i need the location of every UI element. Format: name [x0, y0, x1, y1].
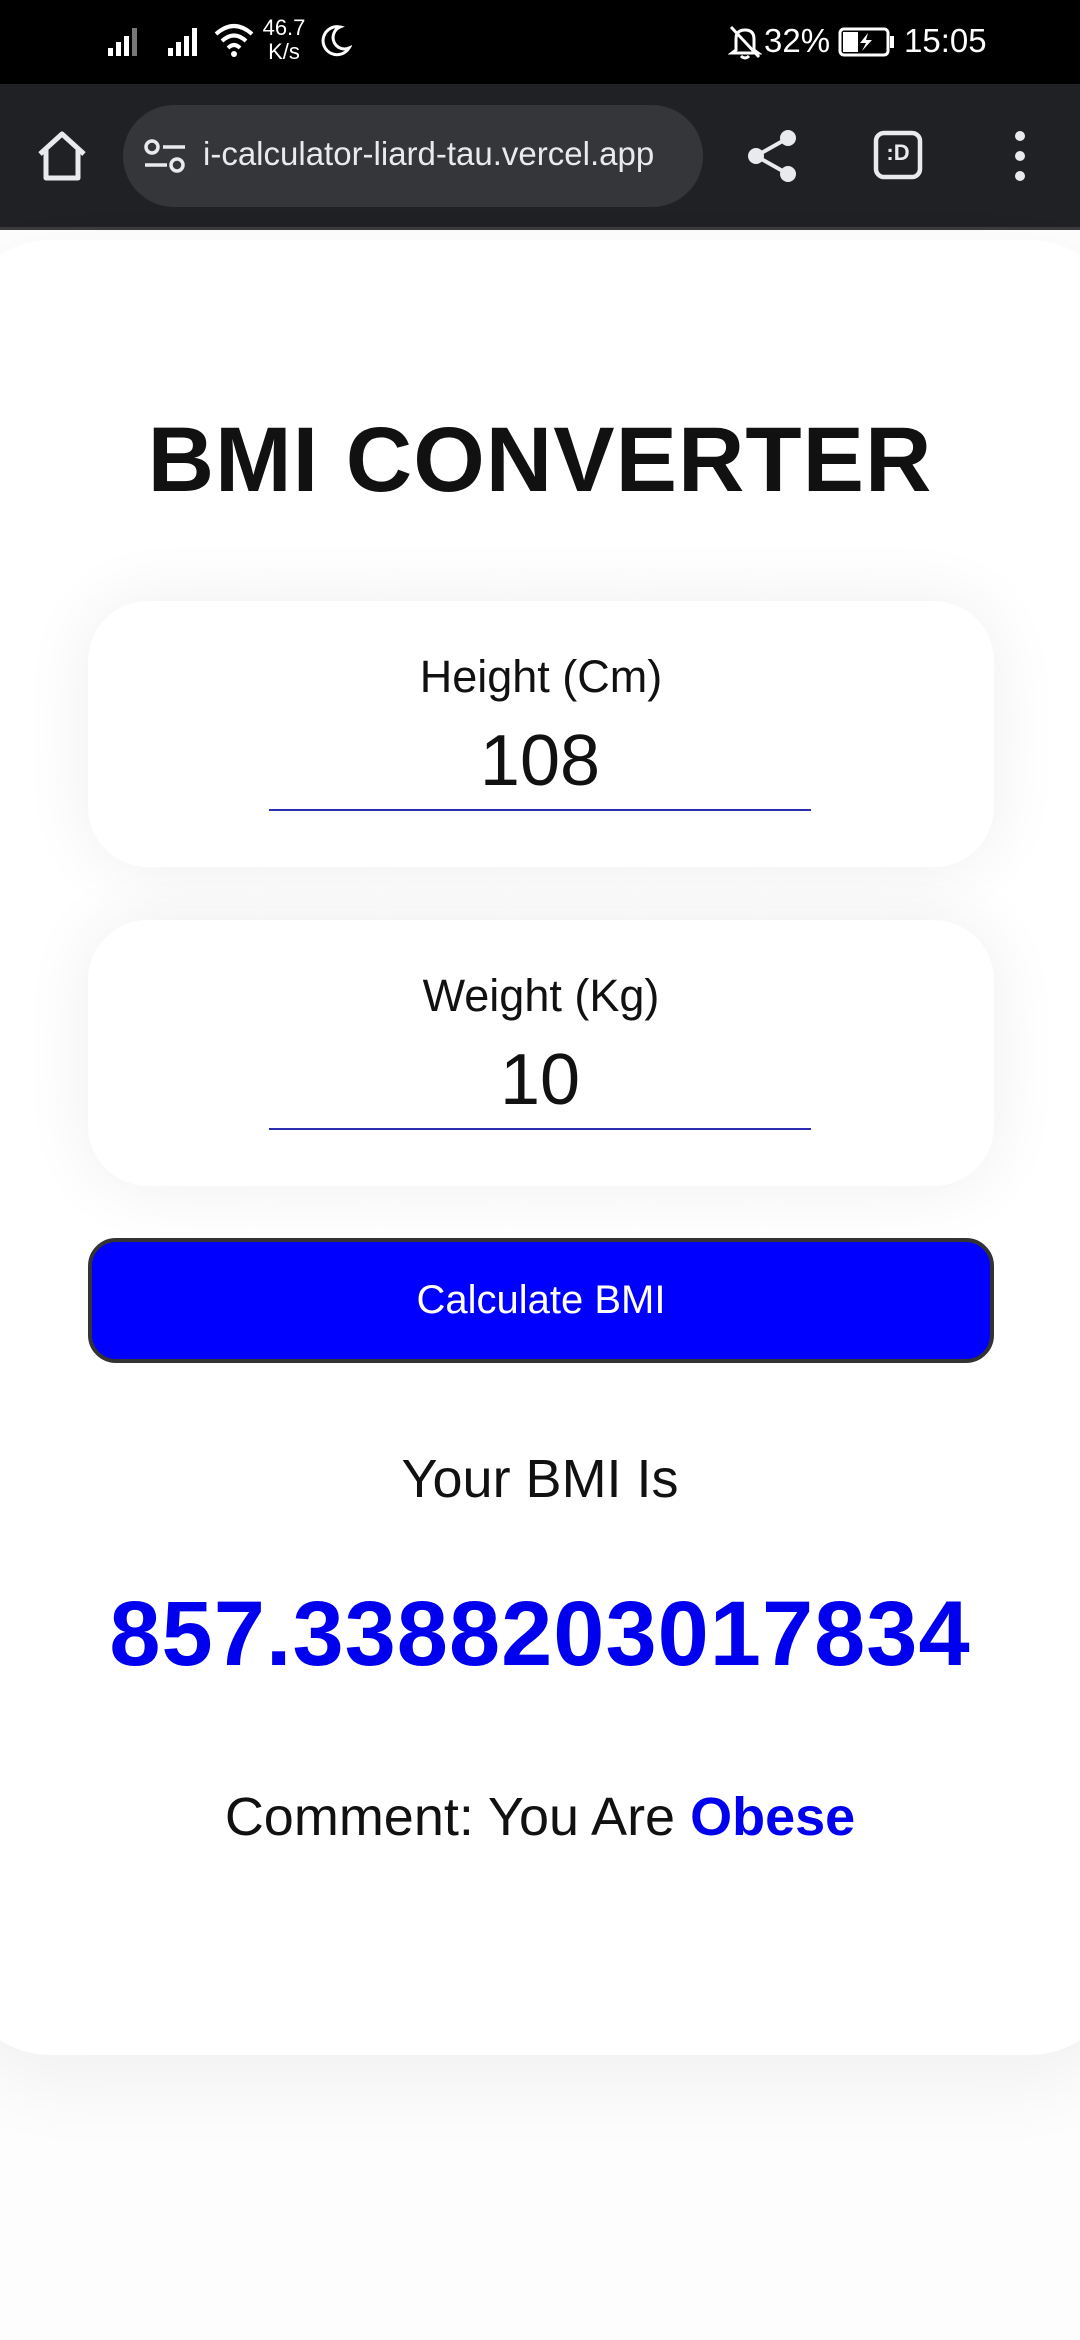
more-options-icon[interactable] [1010, 128, 1030, 184]
bmi-result-value: 857.3388203017834 [109, 1583, 971, 1685]
calculate-bmi-button[interactable]: Calculate BMI [88, 1238, 994, 1363]
url-text[interactable]: i-calculator-liard-tau.vercel.app [203, 135, 654, 173]
network-speed-value: 46.7 [262, 15, 306, 40]
address-bar[interactable]: i-calculator-liard-tau.vercel.app [123, 105, 703, 207]
weight-field-container: Weight (Kg) [88, 920, 994, 1186]
moon-icon [321, 25, 352, 57]
battery-percent: 32% [764, 22, 831, 59]
page-title: BMI CONVERTER [147, 409, 933, 511]
weight-input[interactable] [269, 1032, 811, 1130]
comment-status: Obese [690, 1787, 856, 1847]
browser-toolbar: i-calculator-liard-tau.vercel.app :D [0, 84, 1080, 230]
share-icon[interactable] [744, 128, 800, 184]
weight-label: Weight (Kg) [422, 970, 660, 1021]
signal-icon-sim2 [168, 28, 197, 56]
clock: 15:05 [904, 22, 987, 59]
height-label: Height (Cm) [419, 651, 663, 702]
bmi-comment: Comment: You Are Obese [0, 1786, 1080, 1848]
network-speed: 46.7 K/s [258, 16, 310, 64]
home-icon[interactable] [34, 128, 90, 184]
height-input[interactable] [269, 713, 811, 811]
tab-switcher-button[interactable]: :D [873, 130, 923, 185]
site-settings-icon[interactable] [143, 137, 187, 175]
network-speed-unit: K/s [268, 39, 300, 64]
signal-icon-sim1 [108, 28, 137, 56]
bmi-result-label: Your BMI Is [401, 1449, 679, 1509]
bell-off-icon [728, 25, 762, 60]
wifi-icon [214, 24, 254, 57]
height-field-container: Height (Cm) [88, 601, 994, 867]
tab-count-label: :D [886, 140, 910, 165]
status-bar: 46.7 K/s 32% 15:05 [0, 0, 1080, 84]
battery-charging-icon [838, 27, 894, 57]
comment-prefix: Comment: You Are [224, 1787, 691, 1847]
